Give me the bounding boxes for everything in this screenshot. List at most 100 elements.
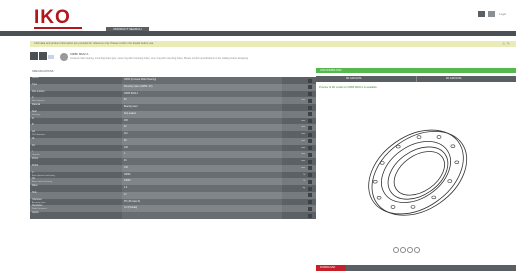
row-value: CRBF 8022 A — [122, 90, 282, 98]
row-info-button[interactable] — [308, 166, 312, 171]
row-sublabel: Basic dynamic load rating — [32, 174, 55, 177]
mounting-hole — [395, 144, 401, 149]
mounting-hole — [447, 179, 453, 183]
notice-actions-icon[interactable]: ⚠ ✎ — [502, 41, 510, 47]
row-sublabel: Bore diameter — [32, 100, 45, 103]
row-info-button[interactable] — [308, 112, 312, 117]
row-info-button[interactable] — [308, 92, 312, 96]
mounting-hole — [450, 144, 456, 148]
table-row: D1 128 mm — [30, 144, 316, 152]
row-info-button[interactable] — [308, 200, 312, 204]
tab-3d-cad[interactable]: 3D CAD DATA — [346, 76, 361, 82]
row-info-button[interactable] — [308, 146, 312, 150]
row-info-button[interactable] — [308, 85, 312, 90]
row-info-button[interactable] — [308, 119, 312, 123]
user-icon[interactable] — [488, 11, 495, 17]
row-info-button[interactable] — [308, 213, 312, 218]
mounting-hole — [431, 195, 437, 200]
flag-icon — [48, 55, 54, 59]
login-link[interactable]: Login — [499, 12, 506, 16]
top-header: IKO PRODUCT SEARCH Login — [0, 0, 516, 32]
row-sublabel: Radial clearance — [32, 208, 47, 211]
row-value: CRBF (Crossed Roller Bearing) — [122, 77, 282, 84]
row-info-button[interactable] — [308, 193, 312, 198]
row-value: 1.9 — [122, 185, 282, 192]
row-info-button[interactable] — [308, 173, 312, 177]
mounting-hole — [379, 161, 385, 165]
row-value: P5 (JIS class 5) — [122, 198, 282, 206]
row-sublabel: Basic static load rating — [32, 181, 53, 184]
cad-header: CAD DOWNLOAD — [316, 68, 516, 73]
print-button[interactable] — [39, 52, 47, 60]
row-value: 94 — [122, 158, 282, 165]
row-value: 112 — [122, 131, 282, 138]
row-info-button[interactable] — [308, 125, 312, 130]
row-info-button[interactable] — [308, 152, 312, 157]
product-icon — [60, 53, 68, 61]
row-label: Type — [32, 83, 37, 86]
row-value: 128 — [122, 144, 282, 152]
table-row: Seal Seal type Non-sealed — [30, 110, 316, 118]
cad-status-text: Preview of 3D model for CRBF 8022 A is a… — [319, 86, 378, 89]
back-button[interactable] — [30, 52, 38, 60]
zoom-out-icon[interactable] — [400, 247, 406, 253]
row-value: 80 — [122, 97, 282, 104]
table-row: Material Bearing steel — [30, 104, 316, 111]
iko-logo[interactable]: IKO — [34, 8, 71, 27]
row-info-button[interactable] — [308, 105, 312, 110]
mounting-hole — [410, 205, 416, 209]
row-sublabel: Pitch diameter — [32, 134, 45, 137]
specifications-label: SPECIFICATIONS — [32, 70, 54, 73]
table-row: PCD1 94 mm — [30, 158, 316, 165]
row-label: Material — [32, 104, 41, 106]
mail-icon[interactable] — [478, 11, 485, 17]
row-info-button[interactable] — [308, 179, 312, 184]
row-info-button[interactable] — [308, 98, 312, 103]
row-info-button[interactable] — [308, 186, 312, 191]
bearing-drawing — [368, 129, 468, 216]
notice-text: CAD data and product information are pro… — [34, 42, 154, 45]
table-row: B 22 mm — [30, 124, 316, 131]
row-label: B — [32, 124, 34, 127]
row-sublabel: Chamfer — [32, 154, 40, 157]
rotate-icon[interactable] — [414, 247, 420, 253]
row-label: D1 — [32, 144, 35, 147]
zoom-in-icon[interactable] — [393, 247, 399, 253]
row-info-button[interactable] — [308, 139, 312, 144]
row-value: 96 — [122, 137, 282, 145]
cad-preview[interactable] — [318, 92, 514, 260]
table-row: Series CRBF (Crossed Roller Bearing) — [30, 77, 316, 84]
download-options-bar — [346, 265, 516, 271]
table-row: Hole 12 — [30, 191, 316, 199]
row-value: 22 — [122, 124, 282, 131]
table-row: Part number CRBF 8022 A — [30, 90, 316, 98]
row-value: 18800 — [122, 171, 282, 179]
table-row: Tolerance Accuracy class P5 (JIS class 5) — [30, 198, 316, 206]
mounting-hole — [372, 179, 378, 184]
reset-view-icon[interactable] — [407, 247, 413, 253]
row-value: 1 — [122, 151, 282, 158]
row-label: Hole — [32, 191, 37, 194]
table-row: Clearance Radial clearance C1 (Preload) — [30, 205, 316, 212]
table-row: C0 Basic static load rating 24800 N — [30, 178, 316, 185]
row-info-button[interactable] — [308, 206, 312, 211]
cad-tab-bar: 3D CAD DATA 2D CAD DATA — [316, 76, 516, 82]
table-row: PCD2 145 mm — [30, 164, 316, 172]
row-label: PCD1 — [32, 158, 39, 160]
table-row: d Bore diameter 80 mm — [30, 97, 316, 104]
row-info-button[interactable] — [308, 78, 312, 83]
row-value: Non-sealed — [122, 110, 282, 118]
spec-table: Series CRBF (Crossed Roller Bearing) Type M… — [30, 77, 316, 277]
table-row: D 165 mm — [30, 117, 316, 125]
row-value: Bearing steel — [122, 104, 282, 111]
tab-2d-cad[interactable]: 2D CAD DATA — [446, 76, 461, 82]
row-value: C1 (Preload) — [122, 205, 282, 212]
row-value: 145 — [122, 164, 282, 172]
row-label: D — [32, 117, 34, 120]
row-info-button[interactable] — [308, 159, 312, 164]
row-info-button[interactable] — [308, 132, 312, 137]
row-sublabel: Seal type — [32, 113, 41, 116]
nav-bar — [0, 31, 516, 36]
notice-banner: CAD data and product information are pro… — [30, 41, 516, 47]
logo-underline — [34, 27, 82, 29]
